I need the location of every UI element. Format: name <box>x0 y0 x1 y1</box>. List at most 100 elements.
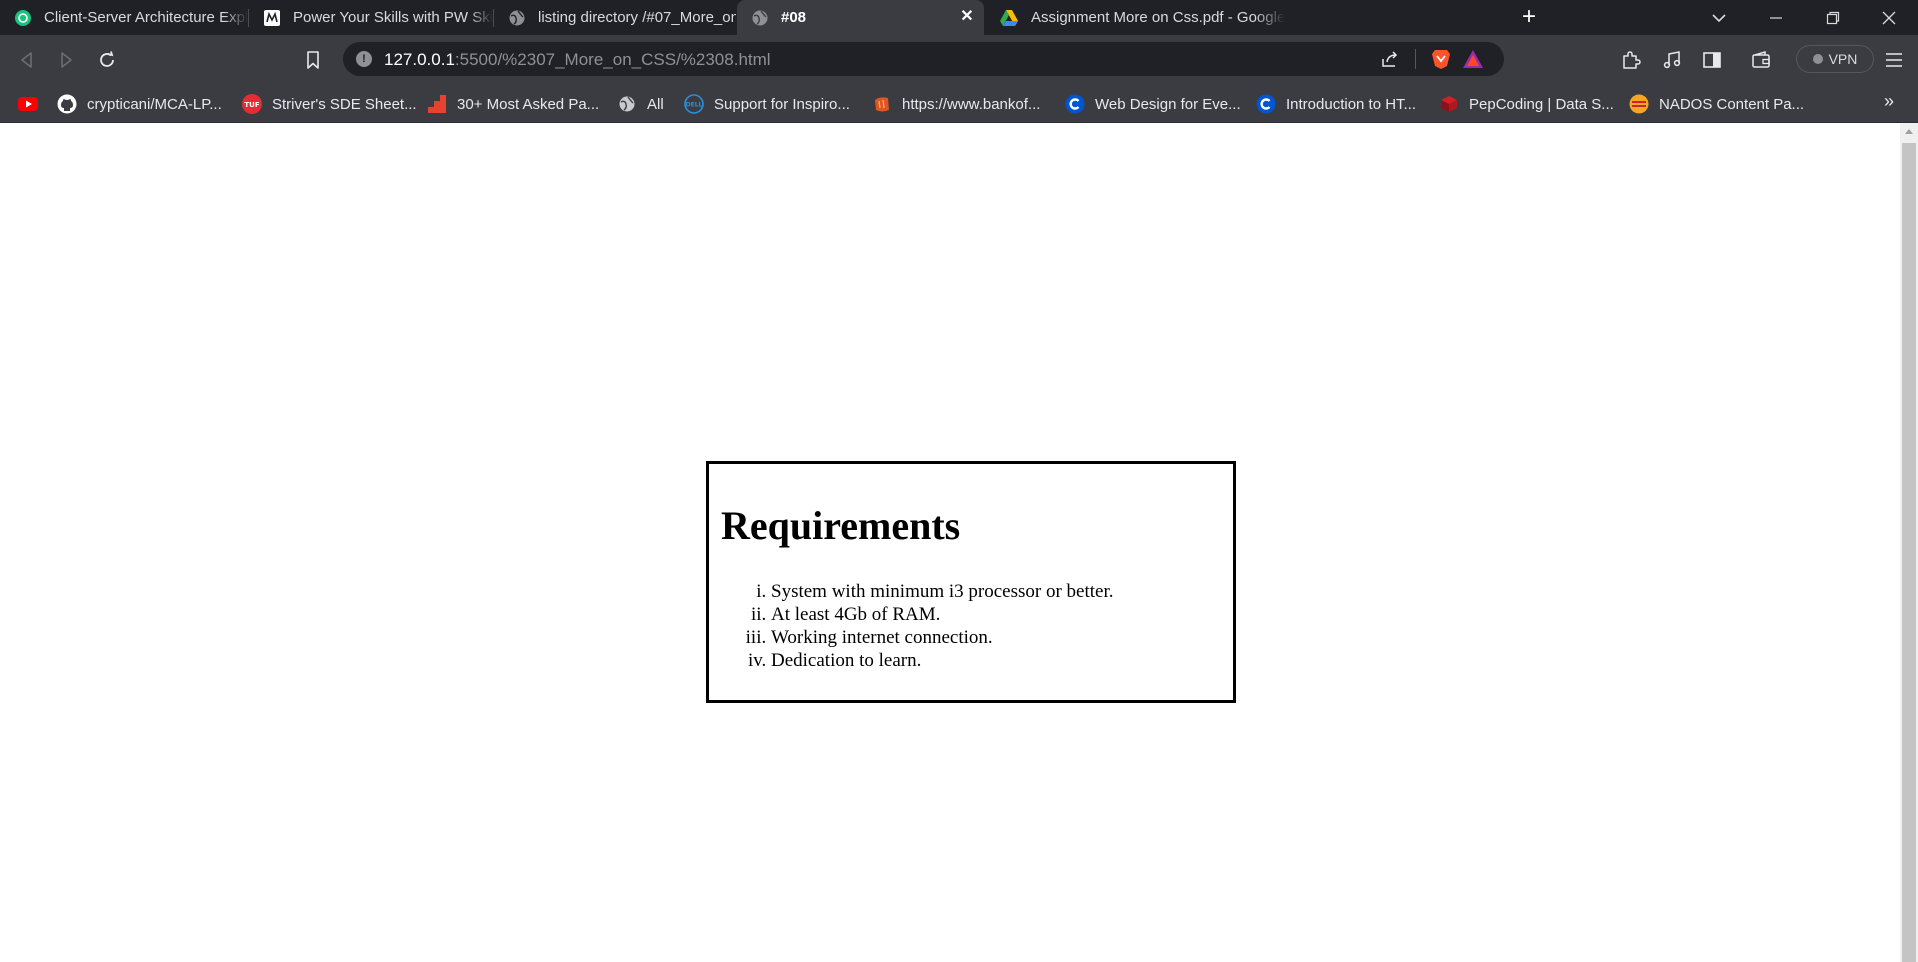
wallet-button[interactable] <box>1749 48 1773 72</box>
chatgpt-icon <box>14 9 32 27</box>
reload-icon <box>100 51 114 67</box>
new-tab-button[interactable]: + <box>1516 4 1542 30</box>
music-note-icon <box>1663 51 1681 69</box>
brave-shields-button[interactable] <box>1429 47 1453 71</box>
bookmark-striver[interactable]: TUF Striver's SDE Sheet... <box>242 93 417 115</box>
vpn-button[interactable]: VPN <box>1796 45 1874 73</box>
forward-button[interactable] <box>53 47 79 73</box>
tab-title: Power Your Skills with PW Skills - Onlin… <box>293 9 493 26</box>
chevron-down-icon <box>1712 13 1726 22</box>
vpn-label: VPN <box>1828 51 1858 67</box>
extensions-button[interactable] <box>1619 48 1643 72</box>
tab-search-button[interactable] <box>1696 0 1742 35</box>
bookmarks-bar: crypticani/MCA-LP... TUF Striver's SDE S… <box>0 85 1918 123</box>
svg-text:DELL: DELL <box>686 102 703 109</box>
bookmark-page-button[interactable] <box>300 47 326 73</box>
staircase-icon <box>427 94 447 114</box>
list-item: System with minimum i3 processor or bett… <box>771 580 1221 603</box>
minimize-button[interactable] <box>1753 0 1799 35</box>
bookmark-dell-support[interactable]: DELL Support for Inspiro... <box>684 93 850 115</box>
coursera-icon <box>1256 94 1276 114</box>
list-item: Working internet connection. <box>771 626 1221 649</box>
bookmark-label: Striver's SDE Sheet... <box>272 95 417 113</box>
requirements-heading: Requirements <box>721 503 961 548</box>
tab-08-active[interactable]: #08 ✕ <box>737 0 984 35</box>
restore-icon <box>1826 11 1840 24</box>
bookmark-all[interactable]: All <box>617 93 664 115</box>
sidebar-icon <box>1703 52 1721 68</box>
scroll-up-arrow-icon[interactable] <box>1905 129 1913 134</box>
nados-icon <box>1629 94 1649 114</box>
tab-pw-skills[interactable]: Power Your Skills with PW Skills - Onlin… <box>249 0 493 35</box>
requirements-box: Requirements System with minimum i3 proc… <box>706 461 1236 703</box>
sidebar-button[interactable] <box>1700 48 1724 72</box>
tab-client-server[interactable]: Client-Server Architecture Explanation <box>0 0 248 35</box>
takeuforward-icon: TUF <box>242 94 262 114</box>
vertical-scrollbar[interactable] <box>1900 123 1918 962</box>
bookmark-intro-html[interactable]: Introduction to HT... <box>1256 93 1416 115</box>
bookmark-label: NADOS Content Pa... <box>1659 95 1805 113</box>
vpn-status-icon <box>1812 54 1823 64</box>
bookmarks-overflow-button[interactable]: » <box>1884 91 1894 112</box>
github-icon <box>57 94 77 114</box>
tab-title: Client-Server Architecture Explanation <box>44 9 248 26</box>
list-item: Dedication to learn. <box>771 649 1221 672</box>
minimize-icon <box>1770 16 1782 19</box>
reload-button[interactable] <box>94 47 120 73</box>
bookmark-label: Web Design for Eve... <box>1095 95 1241 113</box>
youtube-icon <box>18 94 38 114</box>
bookmark-web-design[interactable]: Web Design for Eve... <box>1065 93 1241 115</box>
url-text: 127.0.0.1:5500/%2307_More_on_CSS/%2308.h… <box>384 50 771 70</box>
restore-button[interactable] <box>1810 0 1856 35</box>
close-icon <box>1882 11 1896 24</box>
bookmark-label: 30+ Most Asked Pa... <box>457 95 600 113</box>
back-button[interactable] <box>14 47 40 73</box>
puzzle-icon <box>1623 51 1641 69</box>
tab-title: listing directory /#07_More_on_CSS/ <box>538 9 736 26</box>
brave-rewards-button[interactable] <box>1461 47 1485 71</box>
tab-listing-directory[interactable]: listing directory /#07_More_on_CSS/ <box>494 0 736 35</box>
brave-rewards-icon <box>1463 50 1483 68</box>
list-item: At least 4Gb of RAM. <box>771 603 1221 626</box>
pepcoding-icon <box>1439 94 1459 114</box>
url-divider <box>1415 49 1416 69</box>
address-bar[interactable]: ! 127.0.0.1:5500/%2307_More_on_CSS/%2308… <box>343 42 1504 76</box>
requirements-list: System with minimum i3 processor or bett… <box>721 580 1221 672</box>
bank-icon <box>872 94 892 114</box>
url-path: :5500/%2307_More_on_CSS/%2308.html <box>454 50 771 69</box>
bookmark-label: Support for Inspiro... <box>714 95 850 113</box>
tab-strip: Client-Server Architecture Explanation P… <box>0 0 1918 35</box>
globe-icon <box>617 94 637 114</box>
page-viewport: Requirements System with minimum i3 proc… <box>0 123 1900 962</box>
share-button[interactable] <box>1378 47 1402 71</box>
globe-icon <box>508 9 526 27</box>
bookmark-label: https://www.bankof... <box>902 95 1041 113</box>
navigation-toolbar: ! 127.0.0.1:5500/%2307_More_on_CSS/%2308… <box>0 35 1918 85</box>
scrollbar-thumb[interactable] <box>1902 143 1916 962</box>
tab-assignment-pdf[interactable]: Assignment More on Css.pdf - Google <box>985 0 1501 35</box>
dell-icon: DELL <box>684 94 704 114</box>
forward-icon <box>61 52 72 68</box>
bookmark-most-asked[interactable]: 30+ Most Asked Pa... <box>427 93 599 115</box>
bookmark-youtube[interactable] <box>18 93 38 115</box>
pw-skills-icon <box>263 9 281 27</box>
close-window-button[interactable] <box>1866 0 1912 35</box>
bookmark-label: All <box>647 95 664 113</box>
bookmark-label: crypticani/MCA-LP... <box>87 95 222 113</box>
close-tab-icon[interactable]: ✕ <box>958 8 976 26</box>
media-button[interactable] <box>1660 48 1684 72</box>
main-menu-button[interactable] <box>1882 48 1906 72</box>
tab-title: Assignment More on Css.pdf - Google <box>1031 9 1286 26</box>
bookmark-label: PepCoding | Data S... <box>1469 95 1614 113</box>
bookmark-github[interactable]: crypticani/MCA-LP... <box>57 93 222 115</box>
brave-lion-icon <box>1432 50 1450 69</box>
tab-title: #08 <box>781 9 807 26</box>
bookmark-nados[interactable]: NADOS Content Pa... <box>1629 93 1804 115</box>
bookmark-bank[interactable]: https://www.bankof... <box>872 93 1040 115</box>
hamburger-menu-icon <box>1886 53 1902 67</box>
wallet-icon <box>1752 51 1770 68</box>
svg-text:TUF: TUF <box>244 101 259 109</box>
bookmark-pepcoding[interactable]: PepCoding | Data S... <box>1439 93 1614 115</box>
site-info-icon[interactable]: ! <box>356 51 372 67</box>
back-icon <box>21 52 32 68</box>
